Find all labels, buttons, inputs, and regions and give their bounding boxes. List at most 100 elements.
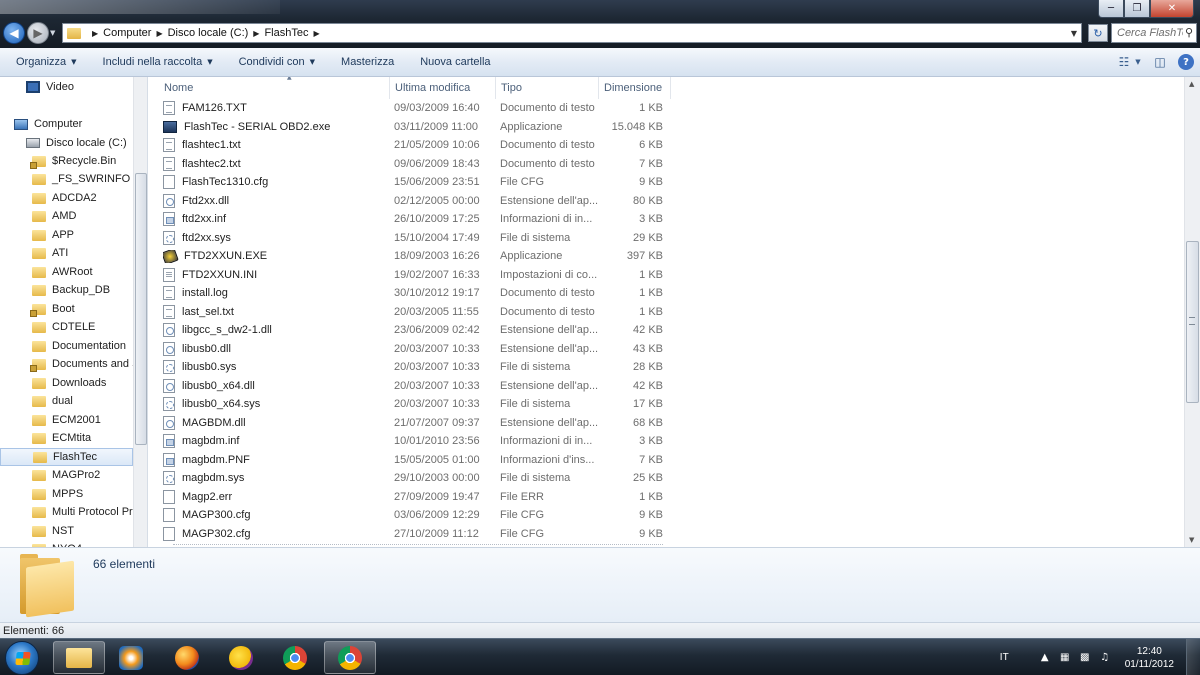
- column-header-modified[interactable]: Ultima modifica: [390, 77, 496, 99]
- show-desktop-button[interactable]: [1186, 639, 1200, 675]
- file-row[interactable]: FTD2XXUN.INI 19/02/2007 16:33 Impostazioni…: [163, 266, 673, 284]
- file-name-cell[interactable]: FTD2XXUN.EXE: [163, 249, 391, 263]
- file-name-cell[interactable]: ftd2xx.sys: [163, 230, 391, 245]
- nav-item-magpro2[interactable]: MAGPro2: [0, 466, 133, 484]
- nav-item-amd[interactable]: AMD: [0, 207, 133, 225]
- file-name-cell[interactable]: FAM126.TXT: [163, 101, 391, 115]
- nav-item-ecm2001[interactable]: ECM2001: [0, 411, 133, 429]
- language-indicator[interactable]: IT: [1000, 652, 1009, 663]
- refresh-button[interactable]: ↻: [1088, 24, 1108, 42]
- file-name-cell[interactable]: libgcc_s_dw2-1.dll: [163, 323, 391, 337]
- file-row[interactable]: FlashTec1310.cfg 15/06/2009 23:51 File CFG…: [163, 173, 673, 191]
- file-name-cell[interactable]: last_sel.txt: [163, 304, 391, 319]
- nav-item-boot[interactable]: Boot: [0, 300, 133, 318]
- nav-item-documents-and-se[interactable]: Documents and Se: [0, 355, 133, 373]
- file-row[interactable]: ftd2xx.inf 26/10/2009 17:25 Informazioni d…: [163, 210, 673, 228]
- file-row[interactable]: magbdm.sys 29/10/2003 00:00 File di sistem…: [163, 469, 673, 487]
- address-bar[interactable]: ▶ Computer ▶ Disco locale (C:) ▶ FlashTe…: [62, 23, 1082, 43]
- file-name-cell[interactable]: magbdm.sys: [163, 471, 391, 485]
- file-name-cell[interactable]: FlashTec1310.cfg: [163, 175, 391, 189]
- minimize-button[interactable]: ─: [1098, 0, 1124, 18]
- file-row[interactable]: libusb0.dll 20/03/2007 10:33 Estensione de…: [163, 340, 673, 358]
- file-name-cell[interactable]: FlashTec - SERIAL OBD2.exe: [163, 120, 391, 133]
- nav-item-flashtec[interactable]: FlashTec: [0, 448, 133, 466]
- nav-item-cdtele[interactable]: CDTELE: [0, 318, 133, 336]
- file-row[interactable]: MAGP302.cfg 27/10/2009 11:12 File CFG 9 KB: [163, 525, 673, 543]
- tray-expand-icon[interactable]: ▲: [1039, 652, 1051, 664]
- view-dropdown-icon[interactable]: ▼: [1134, 54, 1142, 70]
- taskbar-chrome-button[interactable]: [269, 641, 321, 674]
- file-name-cell[interactable]: ftd2xx.inf: [163, 212, 391, 226]
- file-row[interactable]: flashtec1.txt 21/05/2009 10:06 Documento d…: [163, 136, 673, 154]
- organize-button[interactable]: Organizza ▼: [16, 56, 77, 68]
- volume-icon[interactable]: ♫: [1099, 652, 1111, 664]
- nav-item-mpps[interactable]: MPPS: [0, 485, 133, 503]
- breadcrumb-chevron-icon[interactable]: ▶: [253, 29, 259, 38]
- file-row[interactable]: magbdm.PNF 15/05/2005 01:00 Informazioni d…: [163, 451, 673, 469]
- file-name-cell[interactable]: MAGBDM.dll: [163, 415, 391, 430]
- file-name-cell[interactable]: FTD2XXUN.INI: [163, 267, 391, 282]
- nav-item-nyo4[interactable]: NYO4: [0, 540, 133, 547]
- file-row[interactable]: flashtec2.txt 09/06/2009 18:43 Documento d…: [163, 155, 673, 173]
- nav-item-ecmtita[interactable]: ECMtita: [0, 429, 133, 447]
- preview-pane-icon[interactable]: ◫: [1152, 54, 1168, 70]
- file-row[interactable]: libusb0_x64.sys 20/03/2007 10:33 File di s…: [163, 395, 673, 413]
- file-name-cell[interactable]: libusb0.dll: [163, 341, 391, 356]
- file-name-cell[interactable]: Magp2.err: [163, 489, 391, 504]
- nav-item-nst[interactable]: NST: [0, 522, 133, 540]
- nav-item--recycle-bin[interactable]: $Recycle.Bin: [0, 152, 133, 170]
- file-name-cell[interactable]: libusb0_x64.sys: [163, 397, 391, 411]
- recent-pages-dropdown[interactable]: ▼: [50, 29, 55, 37]
- signal-bars-icon[interactable]: ▩: [1079, 652, 1091, 664]
- address-dropdown-icon[interactable]: ▼: [1071, 29, 1077, 38]
- view-options-icon[interactable]: ☷: [1116, 54, 1132, 70]
- file-list-scrollbar[interactable]: ▲ ▼: [1184, 77, 1200, 547]
- file-name-cell[interactable]: flashtec2.txt: [163, 156, 391, 171]
- nav-scrollbar-thumb[interactable]: [135, 173, 147, 445]
- nav-item-video[interactable]: Video: [0, 78, 133, 96]
- column-header-size[interactable]: Dimensione: [599, 77, 671, 99]
- file-name-cell[interactable]: libusb0.sys: [163, 360, 391, 374]
- file-row[interactable]: Ftd2xx.dll 02/12/2005 00:00 Estensione del…: [163, 192, 673, 210]
- share-with-button[interactable]: Condividi con ▼: [239, 56, 315, 68]
- file-row[interactable]: FAM126.TXT 09/03/2009 16:40 Documento di t…: [163, 99, 673, 117]
- new-folder-button[interactable]: Nuova cartella: [420, 56, 490, 68]
- breadcrumb-flashtec[interactable]: FlashTec: [264, 27, 308, 39]
- taskbar-media-player-button[interactable]: [105, 641, 157, 674]
- back-button[interactable]: ◀: [3, 22, 25, 44]
- burn-button[interactable]: Masterizza: [341, 56, 394, 68]
- file-name-cell[interactable]: magbdm.PNF: [163, 452, 391, 467]
- column-header-type[interactable]: Tipo: [496, 77, 599, 99]
- taskbar-chrome-active-button[interactable]: [324, 641, 376, 674]
- nav-item-multi-protocol-pr[interactable]: Multi Protocol Pr: [0, 503, 133, 521]
- file-row[interactable]: install.log 30/10/2012 19:17 Documento di …: [163, 284, 673, 302]
- breadcrumb-disk[interactable]: Disco locale (C:): [168, 27, 249, 39]
- file-row[interactable]: libusb0.sys 20/03/2007 10:33 File di siste…: [163, 358, 673, 376]
- file-row[interactable]: last_sel.txt 20/03/2005 11:55 Documento di…: [163, 303, 673, 321]
- file-row[interactable]: FlashTec - SERIAL OBD2.exe 03/11/2009 11:…: [163, 118, 673, 136]
- close-button[interactable]: ✕: [1150, 0, 1194, 18]
- breadcrumb-chevron-icon[interactable]: ▶: [156, 29, 162, 38]
- file-name-cell[interactable]: magbdm.inf: [163, 434, 391, 448]
- nav-scrollbar[interactable]: [133, 77, 147, 547]
- nav-item--fs-swrinfo[interactable]: _FS_SWRINFO: [0, 170, 133, 188]
- file-name-cell[interactable]: flashtec1.txt: [163, 138, 391, 152]
- maximize-button[interactable]: ❐: [1124, 0, 1150, 18]
- taskbar-yahoo-messenger-button[interactable]: [215, 641, 267, 674]
- nav-item-awroot[interactable]: AWRoot: [0, 263, 133, 281]
- taskbar-firefox-button[interactable]: [161, 641, 213, 674]
- forward-button[interactable]: ▶: [27, 22, 49, 44]
- nav-item-computer[interactable]: Computer: [0, 115, 133, 133]
- search-input[interactable]: Cerca FlashTec ⚲: [1111, 23, 1197, 43]
- file-row[interactable]: MAGBDM.dll 21/07/2007 09:37 Estensione del…: [163, 414, 673, 432]
- column-header-name[interactable]: ▲ Nome: [159, 77, 390, 99]
- nav-item-app[interactable]: APP: [0, 226, 133, 244]
- network-icon[interactable]: ▦: [1059, 652, 1071, 664]
- file-row[interactable]: libusb0_x64.dll 20/03/2007 10:33 Estension…: [163, 377, 673, 395]
- scroll-down-icon[interactable]: ▼: [1189, 536, 1194, 544]
- file-name-cell[interactable]: libusb0_x64.dll: [163, 378, 391, 393]
- file-row[interactable]: Magp2.err 27/09/2009 19:47 File ERR 1 KB: [163, 488, 673, 506]
- file-row[interactable]: MAGP300.cfg 03/06/2009 12:29 File CFG 9 KB: [163, 506, 673, 524]
- help-icon[interactable]: ?: [1178, 54, 1194, 70]
- nav-item-downloads[interactable]: Downloads: [0, 374, 133, 392]
